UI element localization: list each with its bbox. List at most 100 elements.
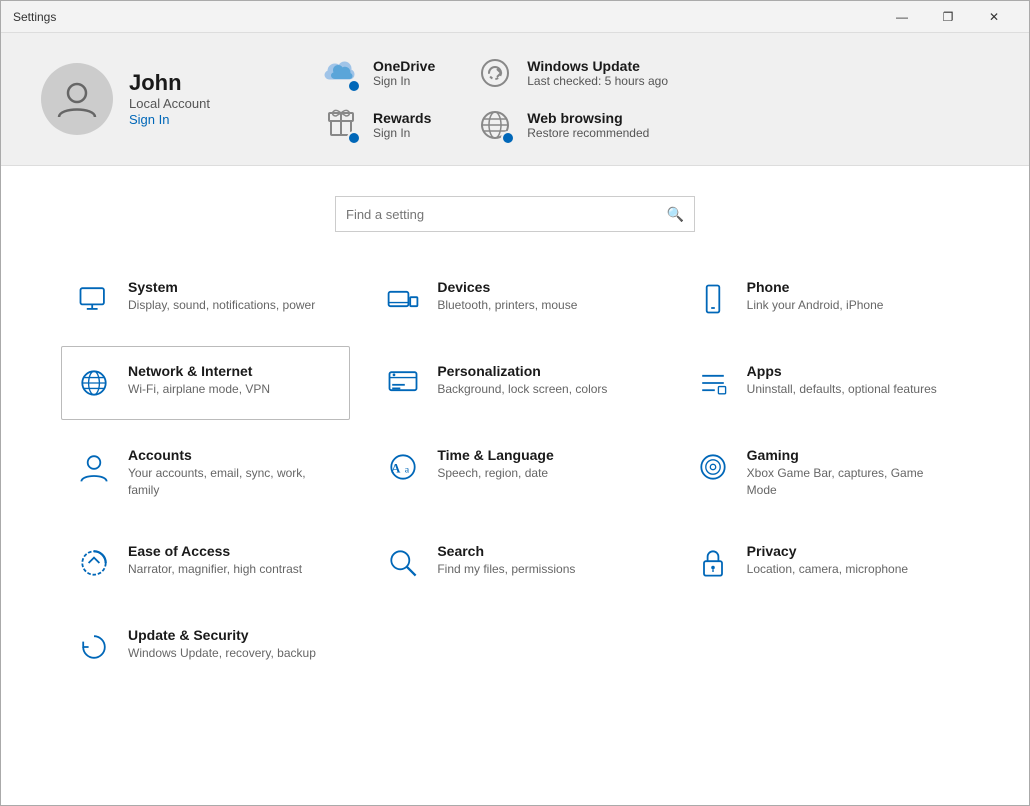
winupdate-text: Windows Update Last checked: 5 hours ago bbox=[527, 58, 668, 88]
apps-text: Apps Uninstall, defaults, optional featu… bbox=[747, 363, 937, 398]
apps-title: Apps bbox=[747, 363, 937, 379]
network-sub: Wi-Fi, airplane mode, VPN bbox=[128, 381, 270, 398]
settings-item-gaming[interactable]: Gaming Xbox Game Bar, captures, Game Mod… bbox=[680, 430, 969, 516]
winupdate-service[interactable]: Windows Update Last checked: 5 hours ago bbox=[475, 53, 668, 93]
close-button[interactable]: ✕ bbox=[971, 1, 1017, 33]
accounts-title: Accounts bbox=[128, 447, 337, 463]
profile-info: John Local Account Sign In bbox=[129, 70, 210, 129]
search-text: Search Find my files, permissions bbox=[437, 543, 575, 578]
update-title: Update & Security bbox=[128, 627, 316, 643]
onedrive-badge bbox=[347, 79, 361, 93]
personalization-icon bbox=[383, 363, 423, 403]
system-sub: Display, sound, notifications, power bbox=[128, 297, 315, 314]
webbrowsing-name: Web browsing bbox=[527, 110, 649, 126]
settings-item-system[interactable]: System Display, sound, notifications, po… bbox=[61, 262, 350, 336]
system-text: System Display, sound, notifications, po… bbox=[128, 279, 315, 314]
settings-item-personalization[interactable]: Personalization Background, lock screen,… bbox=[370, 346, 659, 420]
search-icon: 🔍 bbox=[667, 206, 684, 223]
update-sub: Windows Update, recovery, backup bbox=[128, 645, 316, 662]
phone-icon bbox=[693, 279, 733, 319]
winupdate-icon-wrap bbox=[475, 53, 515, 93]
winupdate-sub: Last checked: 5 hours ago bbox=[527, 74, 668, 88]
settings-item-time[interactable]: Aa Time & Language Speech, region, date bbox=[370, 430, 659, 516]
header: John Local Account Sign In OneDrive Sign… bbox=[1, 33, 1029, 166]
rewards-name: Rewards bbox=[373, 110, 431, 126]
network-title: Network & Internet bbox=[128, 363, 270, 379]
rewards-text: Rewards Sign In bbox=[373, 110, 431, 140]
personalization-sub: Background, lock screen, colors bbox=[437, 381, 607, 398]
time-sub: Speech, region, date bbox=[437, 465, 553, 482]
onedrive-name: OneDrive bbox=[373, 58, 435, 74]
webbrowsing-service[interactable]: Web browsing Restore recommended bbox=[475, 105, 668, 145]
header-services: OneDrive Sign In Rewards bbox=[321, 53, 989, 145]
window-controls: — ❐ ✕ bbox=[879, 1, 1017, 33]
time-title: Time & Language bbox=[437, 447, 553, 463]
service-group-left: OneDrive Sign In Rewards bbox=[321, 53, 435, 145]
onedrive-sub: Sign In bbox=[373, 74, 435, 88]
search-input[interactable] bbox=[346, 207, 667, 222]
settings-item-apps[interactable]: Apps Uninstall, defaults, optional featu… bbox=[680, 346, 969, 420]
settings-item-search[interactable]: Search Find my files, permissions bbox=[370, 526, 659, 600]
winupdate-name: Windows Update bbox=[527, 58, 668, 74]
apps-icon bbox=[693, 363, 733, 403]
system-icon bbox=[74, 279, 114, 319]
settings-item-privacy[interactable]: Privacy Location, camera, microphone bbox=[680, 526, 969, 600]
svg-text:A: A bbox=[392, 461, 401, 475]
gaming-icon bbox=[693, 447, 733, 487]
user-name: John bbox=[129, 70, 210, 96]
settings-item-accounts[interactable]: Accounts Your accounts, email, sync, wor… bbox=[61, 430, 350, 516]
personalization-text: Personalization Background, lock screen,… bbox=[437, 363, 607, 398]
accounts-sub: Your accounts, email, sync, work, family bbox=[128, 465, 337, 499]
privacy-title: Privacy bbox=[747, 543, 908, 559]
settings-item-network[interactable]: Network & Internet Wi-Fi, airplane mode,… bbox=[61, 346, 350, 420]
devices-icon bbox=[383, 279, 423, 319]
profile-section: John Local Account Sign In bbox=[41, 63, 281, 135]
main-content: 🔍 System Display, sound, notifications, … bbox=[1, 166, 1029, 805]
settings-item-ease[interactable]: Ease of Access Narrator, magnifier, high… bbox=[61, 526, 350, 600]
maximize-button[interactable]: ❐ bbox=[925, 1, 971, 33]
minimize-button[interactable]: — bbox=[879, 1, 925, 33]
ease-icon bbox=[74, 543, 114, 583]
onedrive-icon-wrap bbox=[321, 53, 361, 93]
onedrive-text: OneDrive Sign In bbox=[373, 58, 435, 88]
onedrive-service[interactable]: OneDrive Sign In bbox=[321, 53, 435, 93]
accounts-icon bbox=[74, 447, 114, 487]
winupdate-icon bbox=[475, 53, 515, 93]
update-text: Update & Security Windows Update, recove… bbox=[128, 627, 316, 662]
title-bar: Settings — ❐ ✕ bbox=[1, 1, 1029, 33]
privacy-icon bbox=[693, 543, 733, 583]
devices-title: Devices bbox=[437, 279, 577, 295]
settings-item-update[interactable]: Update & Security Windows Update, recove… bbox=[61, 610, 350, 684]
phone-sub: Link your Android, iPhone bbox=[747, 297, 884, 314]
webbrowsing-sub: Restore recommended bbox=[527, 126, 649, 140]
service-group-right: Windows Update Last checked: 5 hours ago bbox=[475, 53, 668, 145]
search-sub: Find my files, permissions bbox=[437, 561, 575, 578]
rewards-badge bbox=[347, 131, 361, 145]
system-title: System bbox=[128, 279, 315, 295]
ease-sub: Narrator, magnifier, high contrast bbox=[128, 561, 302, 578]
sign-in-link[interactable]: Sign In bbox=[129, 112, 169, 127]
ease-title: Ease of Access bbox=[128, 543, 302, 559]
update-icon bbox=[74, 627, 114, 667]
phone-title: Phone bbox=[747, 279, 884, 295]
apps-sub: Uninstall, defaults, optional features bbox=[747, 381, 937, 398]
app-title: Settings bbox=[13, 10, 879, 24]
devices-sub: Bluetooth, printers, mouse bbox=[437, 297, 577, 314]
phone-text: Phone Link your Android, iPhone bbox=[747, 279, 884, 314]
gaming-title: Gaming bbox=[747, 447, 956, 463]
accounts-text: Accounts Your accounts, email, sync, wor… bbox=[128, 447, 337, 499]
gaming-text: Gaming Xbox Game Bar, captures, Game Mod… bbox=[747, 447, 956, 499]
search-title: Search bbox=[437, 543, 575, 559]
network-icon bbox=[74, 363, 114, 403]
gaming-sub: Xbox Game Bar, captures, Game Mode bbox=[747, 465, 956, 499]
devices-text: Devices Bluetooth, printers, mouse bbox=[437, 279, 577, 314]
settings-item-devices[interactable]: Devices Bluetooth, printers, mouse bbox=[370, 262, 659, 336]
svg-text:a: a bbox=[405, 464, 410, 475]
privacy-text: Privacy Location, camera, microphone bbox=[747, 543, 908, 578]
search-icon bbox=[383, 543, 423, 583]
search-bar-wrap: 🔍 bbox=[61, 196, 969, 232]
rewards-service[interactable]: Rewards Sign In bbox=[321, 105, 435, 145]
network-text: Network & Internet Wi-Fi, airplane mode,… bbox=[128, 363, 270, 398]
search-bar[interactable]: 🔍 bbox=[335, 196, 695, 232]
settings-item-phone[interactable]: Phone Link your Android, iPhone bbox=[680, 262, 969, 336]
